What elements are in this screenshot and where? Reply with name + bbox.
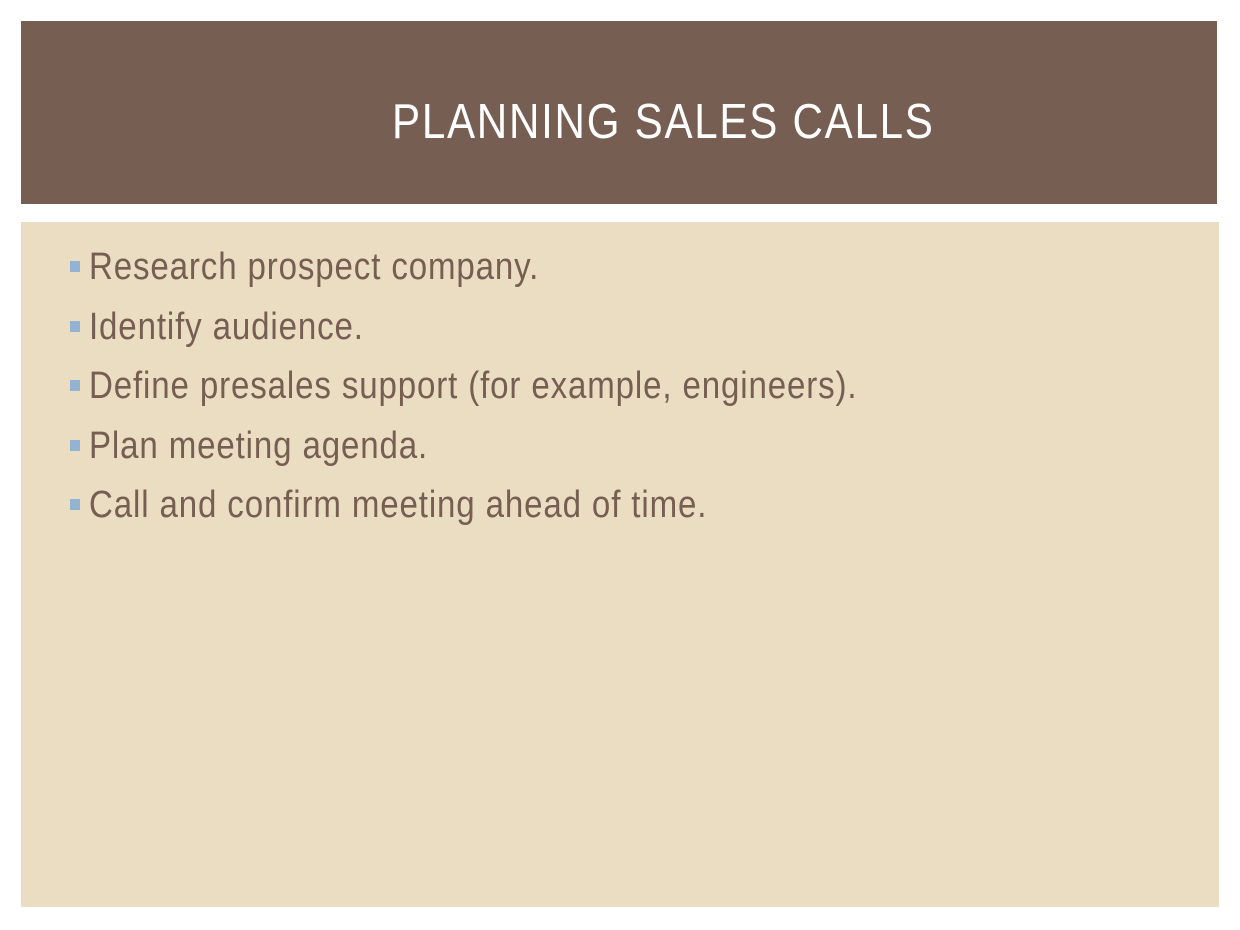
square-bullet-icon <box>70 499 80 510</box>
slide: PLANNING SALES CALLS Research prospect c… <box>0 0 1240 930</box>
square-bullet-icon <box>70 261 80 272</box>
square-bullet-icon <box>70 439 80 451</box>
square-bullet-icon <box>70 380 80 391</box>
bullet-text: Call and confirm meeting ahead of time. <box>89 484 708 526</box>
bullet-text: Plan meeting agenda. <box>89 424 429 467</box>
bullet-text: Identify audience. <box>89 305 364 348</box>
bullet-text: Define presales support (for example, en… <box>89 365 858 407</box>
slide-title: PLANNING SALES CALLS <box>392 95 935 149</box>
bullet-text: Research prospect company. <box>89 246 540 288</box>
square-bullet-icon <box>70 320 80 332</box>
